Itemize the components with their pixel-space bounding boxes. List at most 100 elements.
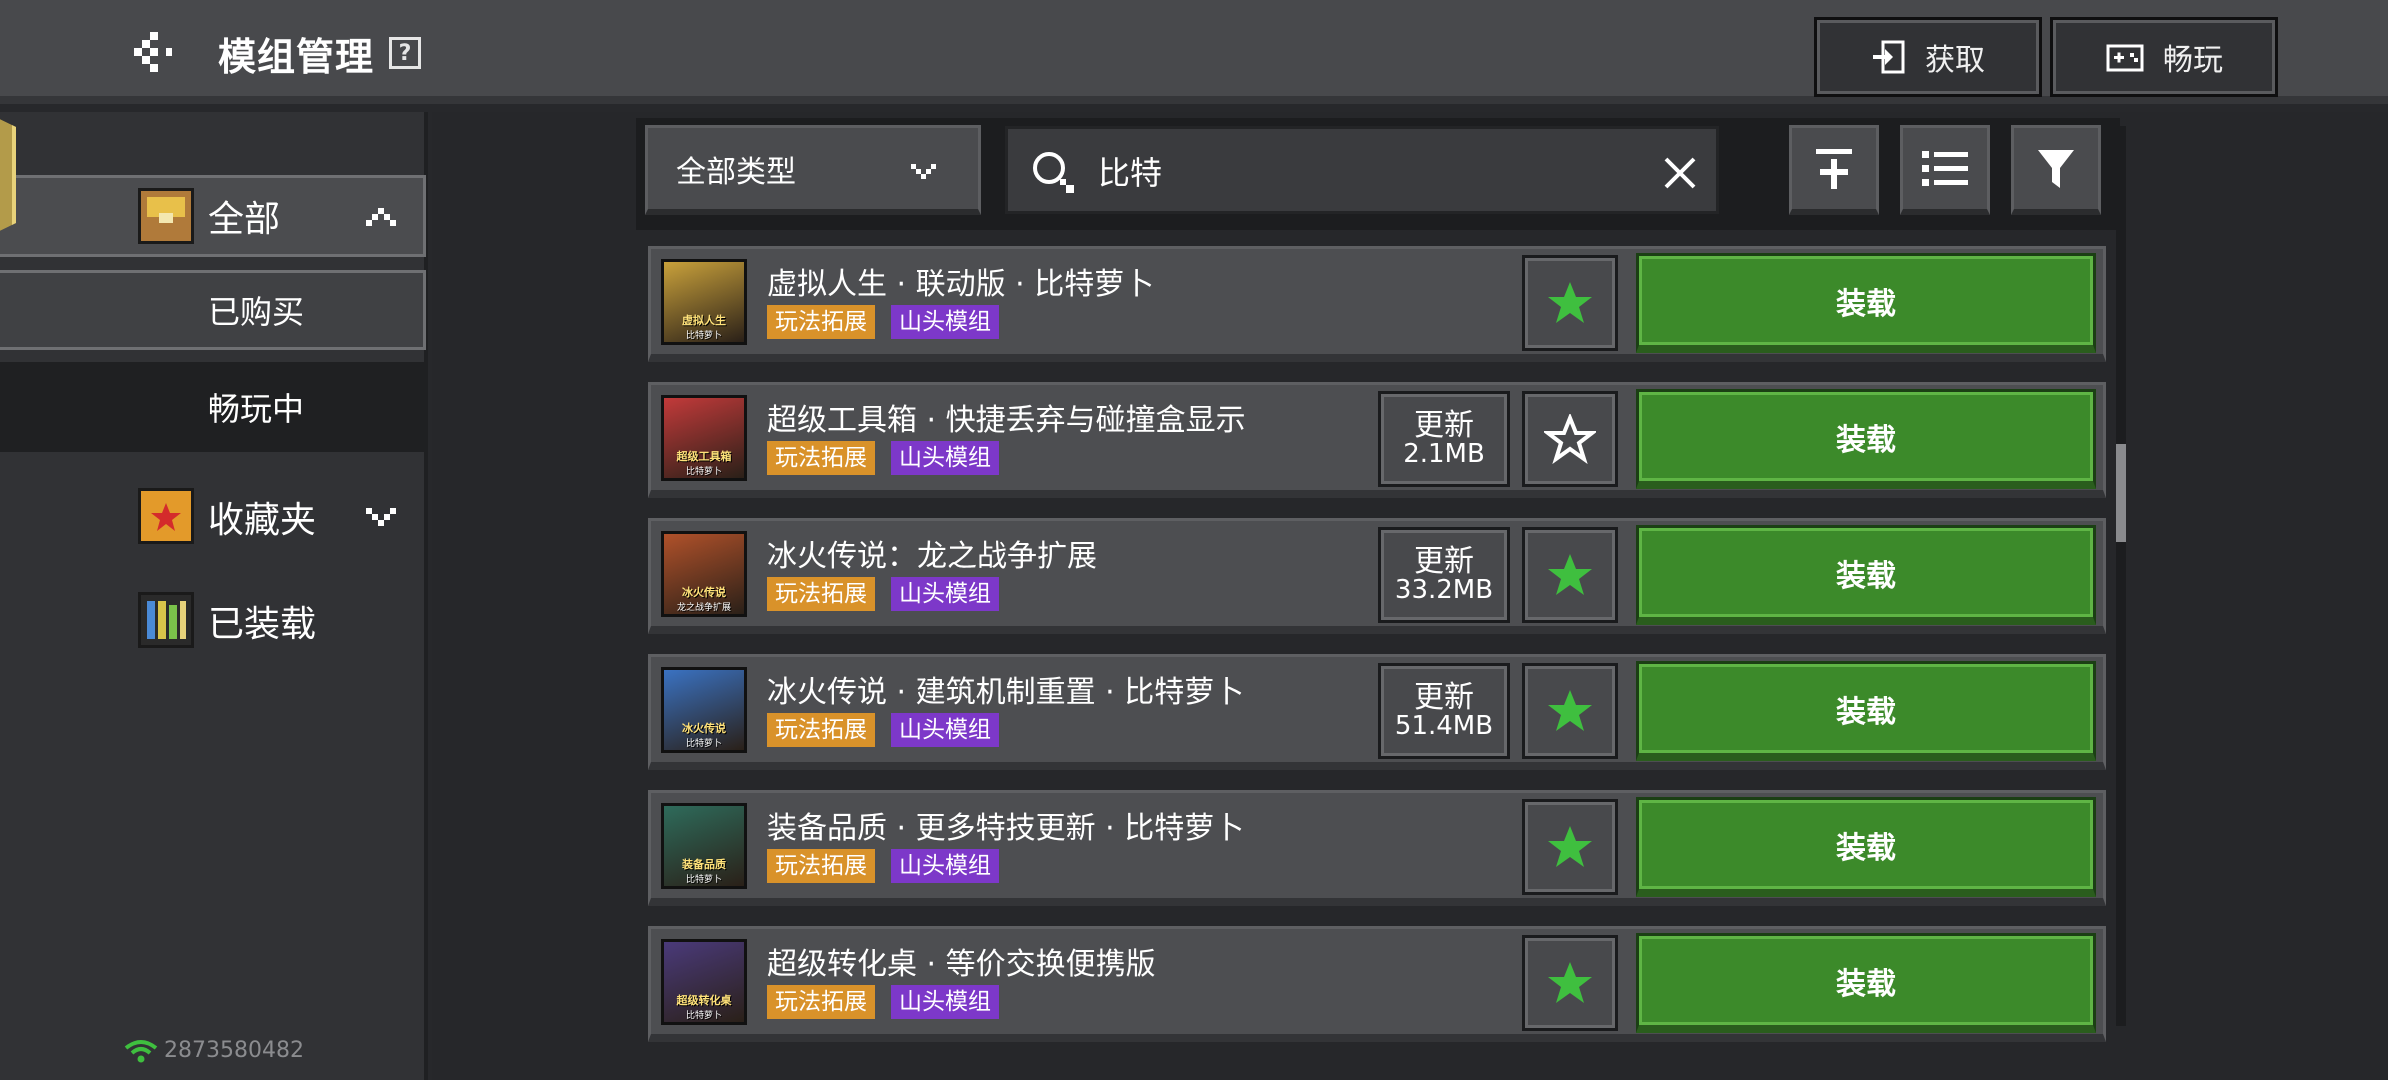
mod-row[interactable]: 冰火传说 比特萝卜 冰火传说 · 建筑机制重置 · 比特萝卜 玩法拓展 山头模组 更新 51… bbox=[648, 654, 2106, 770]
sidebar-item-playing[interactable]: 畅玩中 bbox=[0, 362, 426, 452]
load-button[interactable]: 装载 bbox=[1636, 525, 2096, 625]
load-button-label: 装载 bbox=[1836, 830, 1896, 866]
thumb-subtext: 比特萝卜 bbox=[685, 467, 722, 477]
load-button[interactable]: 装载 bbox=[1636, 253, 2096, 353]
load-button-label: 装载 bbox=[1836, 966, 1896, 1002]
favorite-button[interactable] bbox=[1522, 255, 1618, 351]
question-icon[interactable]: ? bbox=[389, 37, 421, 69]
thumb-subtext: 比特萝卜 bbox=[685, 331, 722, 341]
search-icon bbox=[1033, 152, 1074, 193]
chevron-down-icon bbox=[911, 164, 936, 179]
load-button[interactable]: 装载 bbox=[1636, 661, 2096, 761]
sidebar-item-all[interactable]: 全部 bbox=[0, 175, 426, 257]
search-input[interactable] bbox=[1098, 147, 1638, 195]
load-button-label: 装载 bbox=[1836, 422, 1896, 458]
update-button[interactable]: 更新 33.2MB bbox=[1378, 527, 1510, 623]
get-button[interactable]: 获取 bbox=[1814, 17, 2042, 97]
mod-row[interactable]: 冰火传说 龙之战争扩展 冰火传说：龙之战争扩展 玩法拓展 山头模组 更新 33.2MB 装载 bbox=[648, 518, 2106, 634]
books-icon bbox=[138, 592, 194, 648]
update-button[interactable]: 更新 51.4MB bbox=[1378, 663, 1510, 759]
type-select[interactable]: 全部类型 bbox=[645, 125, 981, 215]
get-button-label: 获取 bbox=[1925, 43, 1985, 78]
wifi-icon bbox=[124, 1039, 158, 1062]
update-size: 2.1MB bbox=[1403, 439, 1485, 470]
network-status: 2873580482 bbox=[124, 1038, 304, 1063]
play-button[interactable]: 畅玩 bbox=[2050, 17, 2278, 97]
tag-category: 玩法拓展 bbox=[767, 713, 875, 747]
mod-row[interactable]: 超级工具箱 比特萝卜 超级工具箱 · 快捷丢弃与碰撞盒显示 玩法拓展 山头模组 更新 2.1… bbox=[648, 382, 2106, 498]
chevron-down-icon bbox=[366, 508, 396, 526]
tag-source: 山头模组 bbox=[891, 713, 999, 747]
favorite-button[interactable] bbox=[1522, 527, 1618, 623]
thumb-text: 装备品质 bbox=[682, 858, 726, 871]
tag-source: 山头模组 bbox=[891, 985, 999, 1019]
favorite-button[interactable] bbox=[1522, 799, 1618, 895]
sidebar-item-bought[interactable]: 已购买 bbox=[0, 270, 426, 350]
load-button[interactable]: 装载 bbox=[1636, 933, 2096, 1033]
mod-row[interactable]: 虚拟人生 比特萝卜 虚拟人生 · 联动版 · 比特萝卜 玩法拓展 山头模组 装载 bbox=[648, 246, 2106, 362]
sidebar-item-label: 畅玩中 bbox=[208, 390, 305, 428]
update-button[interactable]: 更新 2.1MB bbox=[1378, 391, 1510, 487]
mod-title: 虚拟人生 · 联动版 · 比特萝卜 bbox=[767, 267, 1155, 302]
thumb-subtext: 龙之战争扩展 bbox=[676, 603, 731, 613]
favorite-button[interactable] bbox=[1522, 391, 1618, 487]
filter-button[interactable] bbox=[2011, 125, 2101, 215]
update-label: 更新 bbox=[1414, 543, 1474, 579]
sidebar-item-favorites[interactable]: 收藏夹 bbox=[0, 474, 426, 560]
mod-list: 虚拟人生 比特萝卜 虚拟人生 · 联动版 · 比特萝卜 玩法拓展 山头模组 装载 超级工具箱… bbox=[640, 232, 2110, 1080]
mod-title: 装备品质 · 更多特技更新 · 比特萝卜 bbox=[767, 811, 1245, 846]
mod-row[interactable]: 超级转化桌 比特萝卜 超级转化桌 · 等价交换便携版 玩法拓展 山头模组 装载 bbox=[648, 926, 2106, 1042]
type-select-value: 全部类型 bbox=[676, 154, 796, 190]
list-view-button[interactable] bbox=[1900, 125, 1990, 215]
thumb-subtext: 比特萝卜 bbox=[685, 875, 722, 885]
sidebar-item-label: 收藏夹 bbox=[208, 500, 317, 541]
star-filled-icon bbox=[1548, 690, 1592, 731]
thumb-text: 虚拟人生 bbox=[682, 314, 726, 327]
thumb-subtext: 比特萝卜 bbox=[685, 1011, 722, 1021]
mod-title: 超级转化桌 · 等价交换便携版 bbox=[767, 947, 1156, 982]
sidebar-item-label: 已装载 bbox=[208, 604, 317, 645]
chevron-up-icon bbox=[366, 208, 396, 226]
favorite-button[interactable] bbox=[1522, 935, 1618, 1031]
tag-source: 山头模组 bbox=[891, 577, 999, 611]
scrollbar-thumb[interactable] bbox=[2116, 444, 2126, 542]
star-filled-icon bbox=[1548, 826, 1592, 867]
update-label: 更新 bbox=[1414, 679, 1474, 715]
sidebar-item-label: 已购买 bbox=[208, 293, 305, 331]
sidebar-item-installed[interactable]: 已装载 bbox=[0, 578, 426, 664]
update-label: 更新 bbox=[1414, 407, 1474, 443]
filter-icon bbox=[2038, 149, 2074, 188]
star-filled-icon bbox=[1548, 962, 1592, 1003]
mod-title: 冰火传说 · 建筑机制重置 · 比特萝卜 bbox=[767, 675, 1245, 710]
chest-icon bbox=[138, 188, 194, 244]
favorite-button[interactable] bbox=[1522, 663, 1618, 759]
mod-row[interactable]: 装备品质 比特萝卜 装备品质 · 更多特技更新 · 比特萝卜 玩法拓展 山头模组 装载 bbox=[648, 790, 2106, 906]
load-button[interactable]: 装载 bbox=[1636, 797, 2096, 897]
load-button[interactable]: 装载 bbox=[1636, 389, 2096, 489]
sidebar-item-label: 全部 bbox=[208, 199, 281, 240]
sidebar: 全部 已购买 畅玩中 收藏夹 已装载 bbox=[0, 112, 428, 1080]
user-id: 2873580482 bbox=[164, 1038, 304, 1063]
mod-thumbnail: 冰火传说 比特萝卜 bbox=[661, 667, 747, 753]
tag-source: 山头模组 bbox=[891, 441, 999, 475]
thumb-text: 冰火传说 bbox=[682, 586, 726, 599]
pin-top-button[interactable] bbox=[1789, 125, 1879, 215]
star-outline-icon bbox=[1544, 414, 1596, 464]
clear-search-icon[interactable] bbox=[1662, 155, 1698, 191]
play-button-label: 畅玩 bbox=[2163, 43, 2223, 78]
mod-thumbnail: 装备品质 比特萝卜 bbox=[661, 803, 747, 889]
back-arrow-icon[interactable] bbox=[128, 28, 184, 76]
search-box bbox=[1005, 126, 1719, 214]
load-button-label: 装载 bbox=[1836, 286, 1896, 322]
tag-category: 玩法拓展 bbox=[767, 849, 875, 883]
top-bar: 模组管理 ? 获取 畅玩 bbox=[0, 0, 2388, 104]
star-filled-icon bbox=[1548, 554, 1592, 595]
star-filled-icon bbox=[1548, 282, 1592, 323]
list-icon bbox=[1922, 150, 1968, 186]
folder-star-icon bbox=[138, 488, 194, 544]
mod-thumbnail: 超级转化桌 比特萝卜 bbox=[661, 939, 747, 1025]
mod-thumbnail: 冰火传说龙之战争扩展 bbox=[661, 531, 747, 617]
update-size: 51.4MB bbox=[1394, 711, 1494, 742]
scrollbar-track[interactable] bbox=[2116, 126, 2126, 1026]
page-title: 模组管理 bbox=[218, 35, 375, 79]
